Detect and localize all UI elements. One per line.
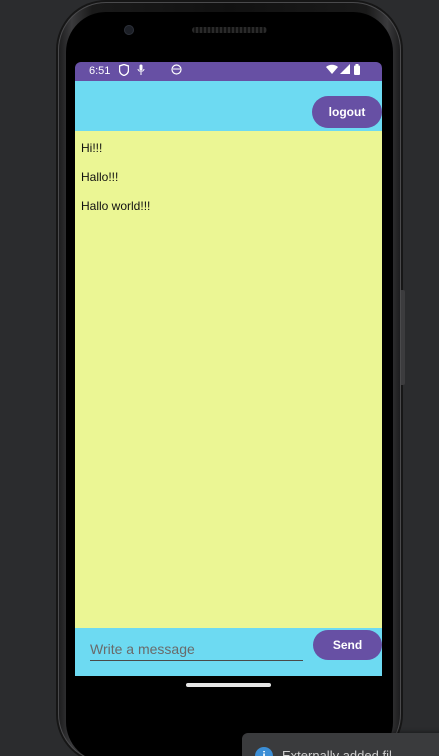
send-button[interactable]: Send <box>313 630 382 660</box>
app-bar: logout <box>75 81 382 131</box>
front-camera <box>124 25 134 35</box>
logout-button[interactable]: logout <box>312 96 382 128</box>
message-item: Hi!!! <box>81 141 103 155</box>
face-icon <box>171 64 182 79</box>
earpiece-speaker <box>192 27 267 33</box>
message-input[interactable] <box>90 638 303 661</box>
message-list[interactable]: Hi!!! Hallo!!! Hallo world!!! <box>75 131 382 628</box>
status-time: 6:51 <box>89 65 111 77</box>
power-button[interactable] <box>401 290 405 385</box>
message-item: Hallo!!! <box>81 170 119 184</box>
info-icon: i <box>255 747 273 756</box>
signal-icon <box>340 64 350 79</box>
shield-icon <box>118 63 130 80</box>
mic-icon <box>137 64 145 80</box>
toast-text: Externally added fil <box>282 748 392 756</box>
wifi-icon <box>326 64 338 79</box>
emulator-stage: 6:51 logout Hi!!! Hallo!!! Hallo world!!… <box>0 0 439 756</box>
composer-bar: Send <box>75 628 382 676</box>
battery-icon <box>354 64 360 79</box>
message-item: Hallo world!!! <box>81 199 151 213</box>
phone-screen: 6:51 logout Hi!!! Hallo!!! Hallo world!!… <box>75 62 382 676</box>
notification-toast[interactable]: i Externally added fil <box>242 733 439 756</box>
home-indicator[interactable] <box>186 683 271 687</box>
status-bar: 6:51 <box>75 62 382 81</box>
